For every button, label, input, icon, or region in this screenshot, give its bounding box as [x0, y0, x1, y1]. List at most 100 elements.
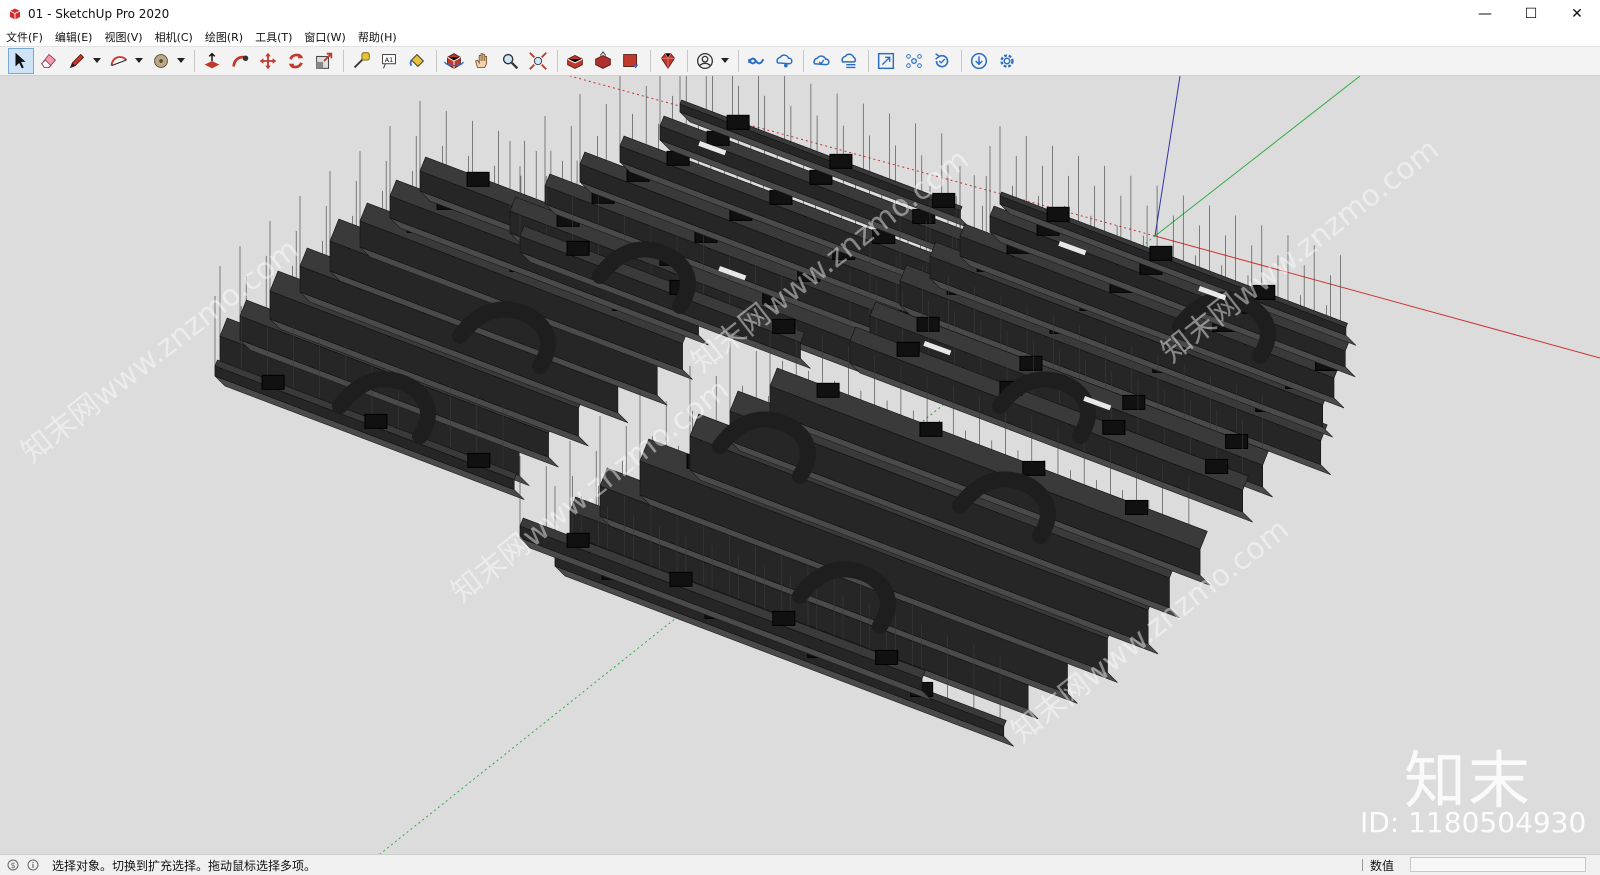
menu-file[interactable]: 文件(F)	[0, 29, 49, 45]
toolbar-separator	[868, 50, 869, 72]
duct-fitting	[726, 114, 750, 130]
toolbar-separator	[436, 50, 437, 72]
measurements-label: 数值	[1370, 859, 1395, 873]
toolbar-separator	[650, 50, 651, 72]
duct-fitting	[1205, 458, 1229, 474]
dropdown-arrow-icon[interactable]	[720, 48, 730, 74]
download-tool-button[interactable]	[966, 48, 992, 74]
settings-gear-tool-button[interactable]	[994, 48, 1020, 74]
trimble-connect-icon	[747, 57, 765, 65]
zoom-extents-tool-button[interactable]	[525, 48, 551, 74]
duct-fitting	[261, 374, 285, 390]
scale-icon	[316, 52, 333, 69]
duct-fitting	[1102, 419, 1126, 435]
select-tool-button[interactable]	[8, 48, 34, 74]
duct-fitting	[1046, 206, 1070, 222]
pan-icon	[475, 53, 488, 68]
shape-tool-button[interactable]	[148, 48, 174, 74]
geolocation-icon[interactable]: $	[6, 858, 20, 872]
duct-fitting	[875, 649, 899, 665]
info-icon[interactable]	[26, 858, 40, 872]
duct-fitting	[566, 532, 590, 548]
refresh-tool-button[interactable]	[929, 48, 955, 74]
ruby-icon	[661, 53, 675, 70]
close-button[interactable]: ✕	[1554, 0, 1600, 28]
cloud-sync-tool-button[interactable]	[808, 48, 834, 74]
duct-fitting	[1225, 433, 1249, 449]
arc-tool-button[interactable]	[106, 48, 132, 74]
menu-bar: 文件(F) 编辑(E) 视图(V) 相机(C) 绘图(R) 工具(T) 窗口(W…	[0, 28, 1600, 46]
pan-tool-button[interactable]	[469, 48, 495, 74]
scale-tool-button[interactable]	[311, 48, 337, 74]
z-axis-blue	[1154, 76, 1181, 237]
trimble-connect-tool-button[interactable]	[743, 48, 769, 74]
menu-edit[interactable]: 编辑(E)	[49, 29, 99, 45]
duct-fitting	[916, 316, 940, 332]
duct-fitting	[1019, 355, 1043, 371]
status-message: 选择对象。切换到扩充选择。拖动鼠标选择多项。	[52, 858, 317, 873]
share-model-tool-button[interactable]	[590, 48, 616, 74]
svg-text:$: $	[10, 861, 15, 870]
zoom-tool-button[interactable]	[497, 48, 523, 74]
dropdown-arrow-icon[interactable]	[176, 48, 186, 74]
move-tool-button[interactable]	[255, 48, 281, 74]
duct-fitting	[566, 240, 590, 256]
status-bar: $ 选择对象。切换到扩充选择。拖动鼠标选择多项。 数值	[0, 854, 1600, 875]
tape-measure-tool-button[interactable]	[348, 48, 374, 74]
minimize-button[interactable]: —	[1462, 0, 1508, 28]
warehouse-icon	[567, 54, 583, 69]
follow-me-icon	[232, 55, 249, 67]
frame-tool-button[interactable]	[873, 48, 899, 74]
duct-fitting	[1122, 394, 1146, 410]
menu-window[interactable]: 窗口(W)	[298, 29, 351, 45]
follow-me-tool-button[interactable]	[227, 48, 253, 74]
collaborate-tool-button[interactable]	[771, 48, 797, 74]
orbit-tool-button[interactable]	[441, 48, 467, 74]
toolbar-separator	[961, 50, 962, 72]
paint-bucket-tool-button[interactable]	[404, 48, 430, 74]
paint-bucket-icon	[409, 53, 425, 68]
pencil-icon	[69, 53, 85, 69]
collaborate-icon	[776, 54, 793, 68]
sketchup-app-icon	[8, 7, 22, 21]
select-icon	[15, 52, 26, 69]
window-title: 01 - SketchUp Pro 2020	[28, 7, 170, 21]
duct-fitting	[772, 610, 796, 626]
duct-fitting	[919, 421, 943, 437]
extension-warehouse-tool-button[interactable]	[618, 48, 644, 74]
menu-tools[interactable]: 工具(T)	[249, 29, 298, 45]
measurements-input[interactable]	[1410, 857, 1586, 872]
text-tool-button[interactable]: A1	[376, 48, 402, 74]
tape-measure-icon	[353, 52, 370, 69]
ruby-tool-button[interactable]	[655, 48, 681, 74]
warehouse-tool-button[interactable]	[562, 48, 588, 74]
model-viewport[interactable]: 知末网www.znzmo.com 知末网www.znzmo.com 知末网www…	[0, 76, 1600, 854]
account-icon	[697, 53, 713, 69]
menu-camera[interactable]: 相机(C)	[149, 29, 199, 45]
toolbar-separator	[738, 50, 739, 72]
move-icon	[259, 52, 277, 70]
zoom-icon	[502, 53, 519, 70]
duct-fitting	[466, 171, 490, 187]
eraser-tool-button[interactable]	[36, 48, 62, 74]
toolbar-separator	[194, 50, 195, 72]
watermark-id: ID: 1180504930	[1360, 806, 1587, 839]
menu-help[interactable]: 帮助(H)	[352, 29, 403, 45]
rotate-tool-button[interactable]	[283, 48, 309, 74]
account-tool-button[interactable]	[692, 48, 718, 74]
title-bar: 01 - SketchUp Pro 2020 — ☐ ✕	[0, 0, 1600, 29]
duct-fitting	[467, 452, 491, 468]
arc-icon	[110, 56, 128, 67]
push-pull-icon	[204, 52, 220, 69]
dropdown-arrow-icon[interactable]	[134, 48, 144, 74]
menu-draw[interactable]: 绘图(R)	[199, 29, 249, 45]
dropdown-arrow-icon[interactable]	[92, 48, 102, 74]
shape-icon	[154, 54, 168, 68]
pencil-tool-button[interactable]	[64, 48, 90, 74]
maximize-button[interactable]: ☐	[1508, 0, 1554, 28]
network-tool-button[interactable]	[901, 48, 927, 74]
frame-icon	[877, 52, 895, 70]
cloud-list-tool-button[interactable]	[836, 48, 862, 74]
push-pull-tool-button[interactable]	[199, 48, 225, 74]
menu-view[interactable]: 视图(V)	[98, 29, 148, 45]
